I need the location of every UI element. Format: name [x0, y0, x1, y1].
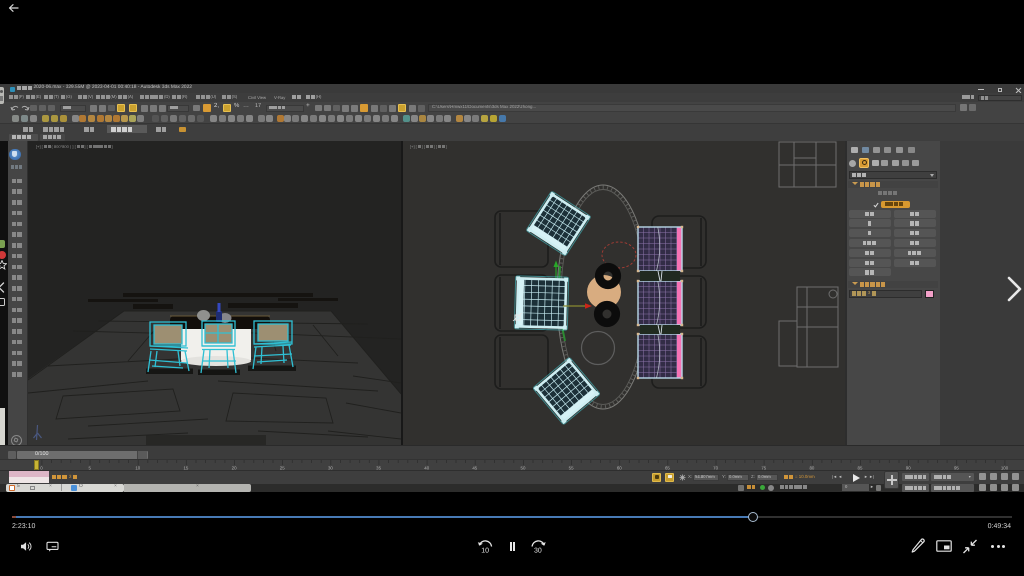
svg-text:30: 30	[534, 547, 542, 554]
svg-text:10: 10	[481, 547, 489, 554]
